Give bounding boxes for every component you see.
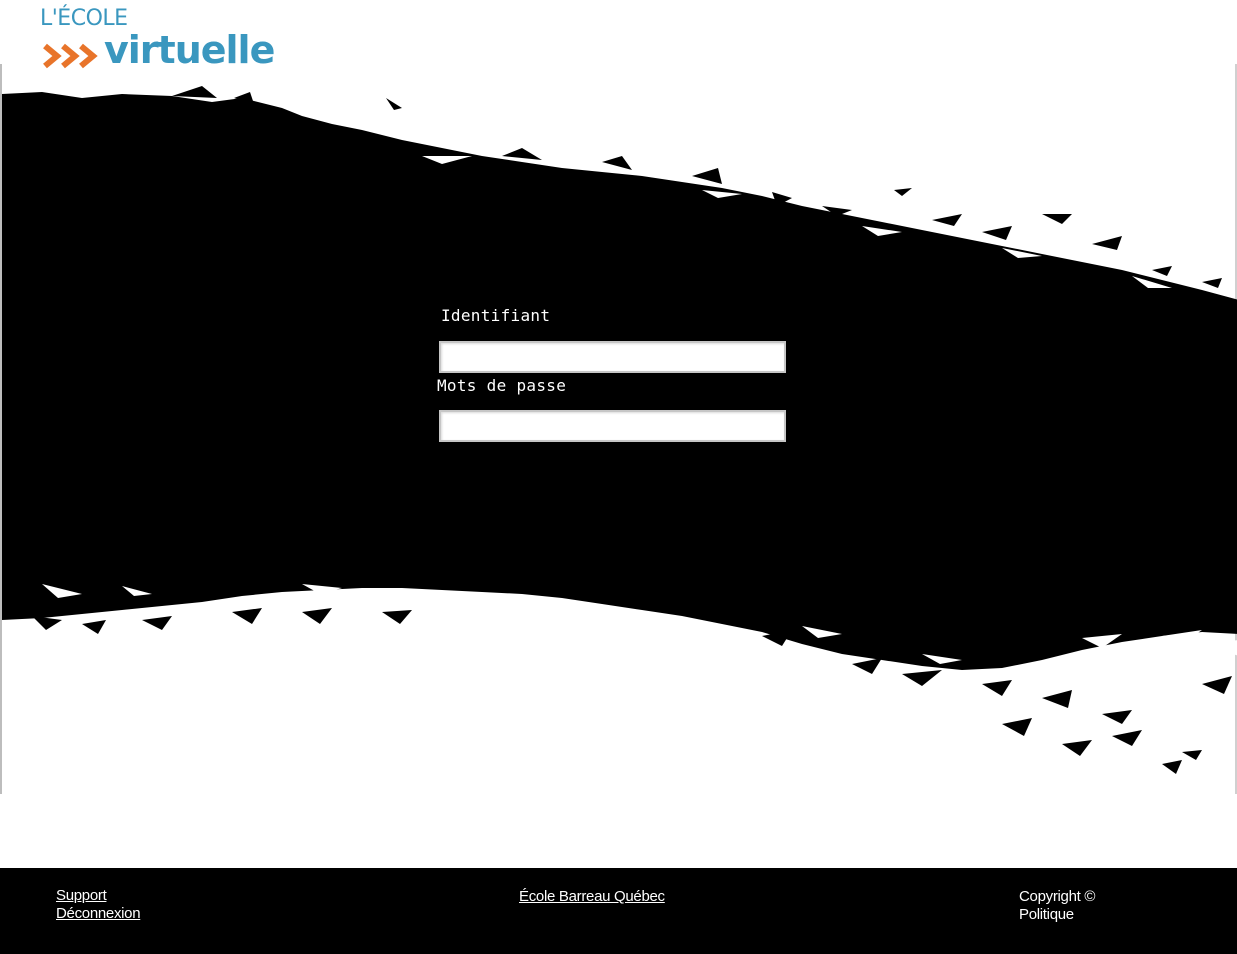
school-link[interactable]: École Barreau Québec (519, 888, 665, 906)
ecole-virtuelle-logo[interactable]: L'ÉCOLE virtuelle (40, 6, 275, 72)
policy-text: Politique (1019, 906, 1074, 923)
support-link[interactable]: Support (56, 887, 107, 905)
username-input[interactable] (439, 341, 786, 373)
copyright-text: Copyright © (1019, 888, 1096, 905)
login-page: L'ÉCOLE virtuelle Identifiant Mots de pa… (0, 0, 1237, 954)
footer: Support Déconnexion École Barreau Québec… (0, 868, 1237, 954)
logout-link[interactable]: Déconnexion (56, 905, 141, 923)
password-input[interactable] (439, 410, 786, 442)
